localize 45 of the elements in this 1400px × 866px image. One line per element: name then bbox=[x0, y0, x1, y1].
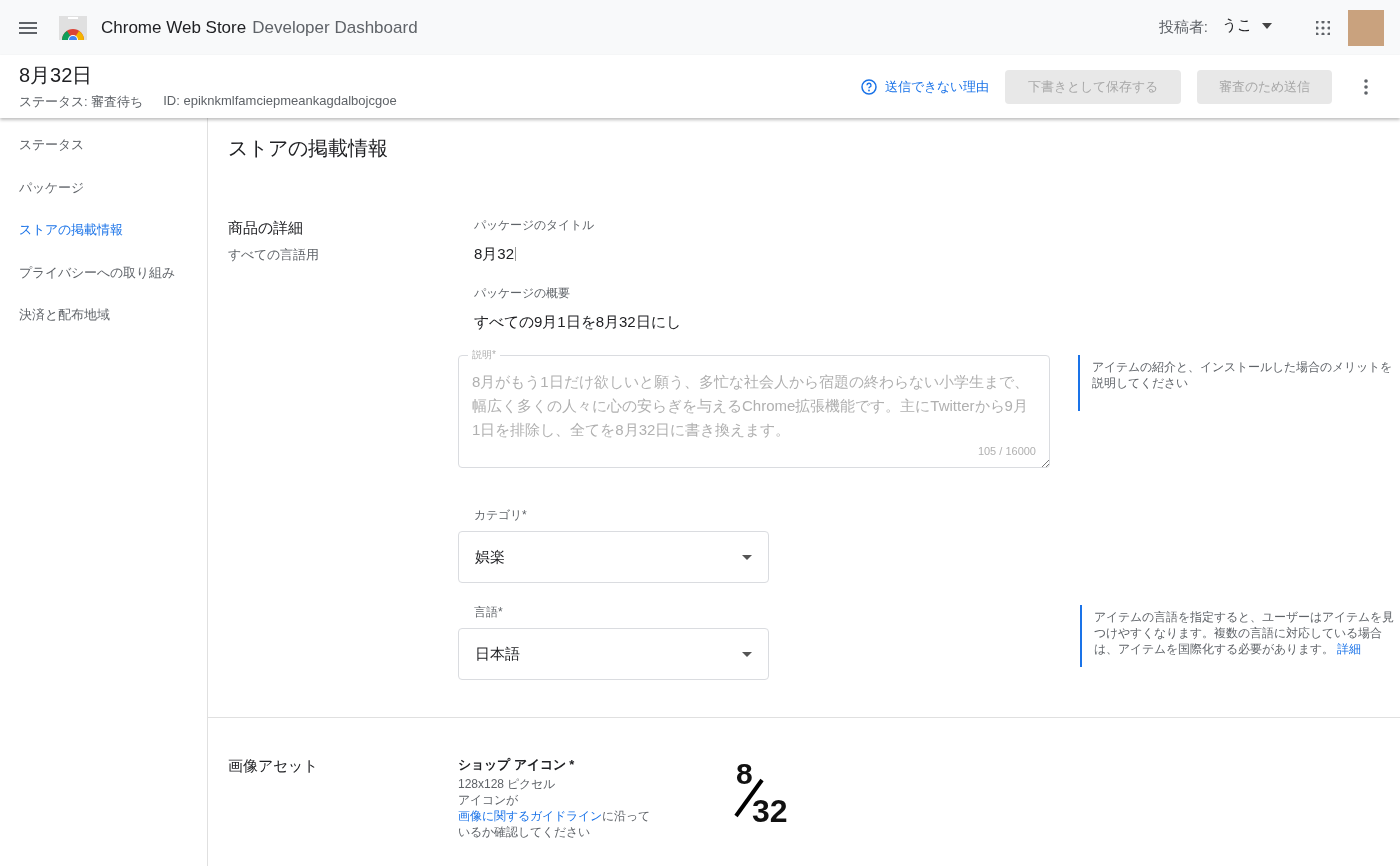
help-hint: アイテムの言語を指定すると、ユーザーはアイテムを見つけやすくなります。複数の言語に対応している場合は、アイテムを国際化する必要があります。 詳細 bbox=[1080, 605, 1394, 667]
section-heading: 画像アセット bbox=[228, 756, 319, 776]
sidebar-item[interactable]: ストアの掲載情報 bbox=[0, 217, 207, 260]
caret-icon bbox=[1262, 22, 1272, 29]
character-counter: 105 / 16000 bbox=[976, 444, 1036, 458]
description-text: 8月がもう1日だけ欲しいと願う、多忙な社会人から宿題の終わらない小学生まで、幅広く多くの人々に心の安らぎを与えるChrome拡張機能です。主にTwitterから9月1日を排除し、全てを8月32日に書き換えます。 bbox=[472, 372, 1030, 440]
menu-icon[interactable] bbox=[19, 21, 37, 34]
input-field[interactable]: 8月32 bbox=[458, 232, 533, 286]
details-link[interactable]: 詳細 bbox=[1337, 642, 1362, 656]
asset-title: ショップ アイコン * bbox=[458, 756, 576, 774]
item-id: ID: epiknkmlfamciepmeankagdalbojcgoe bbox=[163, 93, 397, 110]
help-hint: アイテムの紹介と、インストールした場合のメリットを説明してください bbox=[1078, 355, 1392, 411]
category-dropdown[interactable]: 娯楽 bbox=[458, 531, 769, 583]
brand-name: Chrome Web Store bbox=[101, 17, 247, 38]
field-label: 言語* bbox=[473, 605, 504, 619]
store-logo-icon bbox=[59, 15, 87, 40]
guideline-text: アイコンが 画像に関するガイドラインに沿っているか確認してください bbox=[458, 792, 651, 840]
apps-grid-icon[interactable] bbox=[1316, 20, 1330, 35]
page-title: ストアの掲載情報 bbox=[228, 136, 389, 160]
publisher-label: 投稿者: bbox=[1158, 18, 1208, 37]
caret-icon bbox=[742, 554, 752, 560]
help-link[interactable]: 送信できない理由 bbox=[885, 77, 989, 96]
field-label: パッケージの概要 bbox=[473, 286, 570, 300]
product-name: Developer Dashboard bbox=[252, 17, 418, 38]
item-title: 8月32日 bbox=[19, 63, 94, 88]
item-status: ステータス: 審査待ち bbox=[19, 93, 144, 111]
help-icon bbox=[861, 78, 877, 95]
section-heading: 商品の詳細 bbox=[228, 218, 304, 238]
field-label: パッケージのタイトル bbox=[473, 218, 594, 232]
icon-numerator: 8 bbox=[736, 756, 753, 792]
input-field[interactable]: すべての9月1日を8月32日にし bbox=[458, 300, 697, 348]
caret-icon bbox=[742, 651, 752, 657]
icon-denominator: 32 bbox=[752, 792, 788, 830]
asset-size: 128x128 ピクセル bbox=[458, 776, 557, 792]
sidebar-item[interactable]: パッケージ bbox=[0, 174, 207, 218]
guideline-link[interactable]: 画像に関するガイドライン bbox=[458, 809, 602, 823]
section-subheading: すべての言語用 bbox=[228, 246, 320, 264]
sidebar-item[interactable]: ステータス bbox=[0, 132, 207, 175]
sidebar-item[interactable]: 決済と配布地域 bbox=[0, 302, 207, 345]
more-icon[interactable] bbox=[1364, 78, 1368, 95]
field-label: カテゴリ* bbox=[473, 508, 527, 522]
language-dropdown[interactable]: 日本語 bbox=[458, 628, 769, 680]
publisher-dropdown[interactable]: うこ bbox=[1222, 16, 1272, 35]
field-label: 説明* bbox=[468, 348, 500, 362]
sidebar-item[interactable]: プライバシーへの取り組み bbox=[0, 259, 207, 303]
